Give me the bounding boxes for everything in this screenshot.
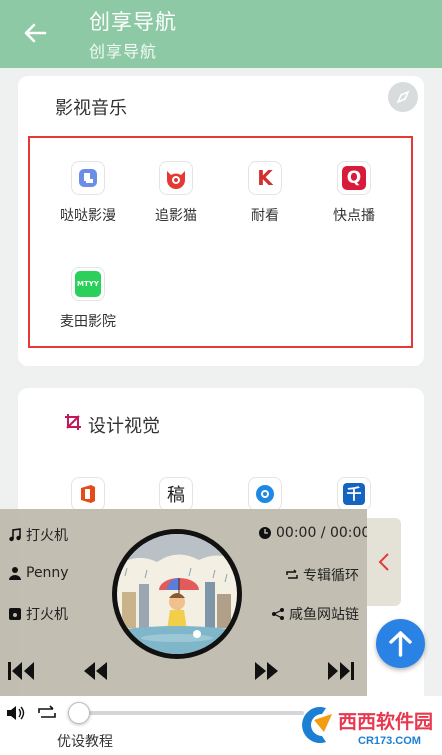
album-row: 打火机: [8, 604, 68, 624]
play-mode: 专辑循环: [303, 568, 359, 584]
app-tile-gao[interactable]: 稿: [131, 477, 221, 511]
app-label: 快点播: [333, 208, 375, 224]
fast-forward-icon[interactable]: [252, 658, 282, 684]
arrow-up-icon: [389, 631, 412, 657]
naikan-icon: K: [248, 161, 282, 195]
rewind-icon[interactable]: [80, 658, 110, 684]
repeat-icon: [286, 569, 298, 579]
app-label: 耐看: [251, 208, 279, 224]
app-tile-kuaidianbo[interactable]: Q 快点播: [309, 161, 399, 225]
app-tile-maitian[interactable]: MTYY 麦田影院: [43, 267, 133, 331]
artist-row: Penny: [8, 565, 69, 581]
mode-row[interactable]: 专辑循环: [285, 565, 359, 585]
camera-icon: [248, 477, 282, 511]
page-subtitle: 创享导航: [89, 42, 158, 61]
album-cover-disc: [112, 529, 242, 659]
time-row: 00:00 / 00:00: [258, 525, 370, 541]
share-row[interactable]: 咸鱼网站链: [271, 604, 359, 624]
drawer-toggle-tab[interactable]: [367, 518, 401, 606]
song-row: 打火机: [8, 525, 68, 545]
album-cover-art: [117, 534, 237, 654]
kuaidianbo-icon: Q: [337, 161, 371, 195]
watermark-domain: CR173.COM: [358, 735, 421, 747]
app-tile-qian[interactable]: 千: [309, 477, 399, 511]
compass-icon[interactable]: [388, 82, 418, 112]
skip-previous-icon[interactable]: [6, 658, 36, 684]
qian-glyph: 千: [343, 483, 365, 505]
album-icon: [9, 608, 21, 620]
volume-icon[interactable]: [6, 704, 26, 722]
crop-icon: [65, 414, 81, 430]
watermark-brand: 西西软件园: [338, 710, 433, 733]
share-label: 咸鱼网站链: [289, 607, 359, 623]
seek-track[interactable]: [74, 711, 304, 715]
time-display: 00:00 / 00:00: [276, 525, 371, 541]
album-name: 打火机: [26, 607, 68, 623]
scroll-to-top-button[interactable]: [376, 619, 425, 668]
page-title: 创享导航: [89, 10, 177, 34]
maitian-icon: MTYY: [71, 267, 105, 301]
app-bar: 创享导航 创享导航: [0, 0, 442, 68]
tile-label-youshe: 优设教程: [57, 734, 113, 750]
qian-icon: 千: [337, 477, 371, 511]
watermark-logo: 西西软件园 CR173.COM: [296, 700, 442, 750]
app-tile-naikan[interactable]: K 耐看: [220, 161, 310, 225]
app-label: 麦田影院: [60, 314, 116, 330]
seek-thumb[interactable]: [68, 702, 90, 724]
app-label: 追影猫: [155, 208, 197, 224]
back-arrow-icon[interactable]: [20, 18, 50, 48]
app-tile-camera[interactable]: [220, 477, 310, 511]
app-tile-office[interactable]: [43, 477, 133, 511]
repeat-toggle-icon[interactable]: [36, 704, 58, 722]
music-note-icon: [9, 528, 21, 542]
office-icon: [71, 477, 105, 511]
category-title: 影视音乐: [55, 98, 127, 119]
category-title: 设计视觉: [88, 416, 160, 437]
maitian-glyph: MTYY: [75, 271, 101, 297]
cat-icon: [159, 161, 193, 195]
skip-next-icon[interactable]: [326, 658, 356, 684]
app-label: 哒哒影漫: [60, 208, 116, 224]
clock-icon: [259, 527, 271, 539]
artist-name: Penny: [26, 565, 69, 581]
person-icon: [9, 567, 21, 580]
chevron-left-icon: [378, 553, 389, 571]
gao-icon: 稿: [159, 477, 193, 511]
kuaidianbo-glyph: Q: [342, 166, 366, 190]
app-tile-dadayingman[interactable]: 哒哒影漫: [43, 161, 133, 225]
share-icon: [272, 608, 284, 620]
app-tile-zhuiyingmao[interactable]: 追影猫: [131, 161, 221, 225]
dada-icon: [71, 161, 105, 195]
song-title: 打火机: [26, 528, 68, 544]
